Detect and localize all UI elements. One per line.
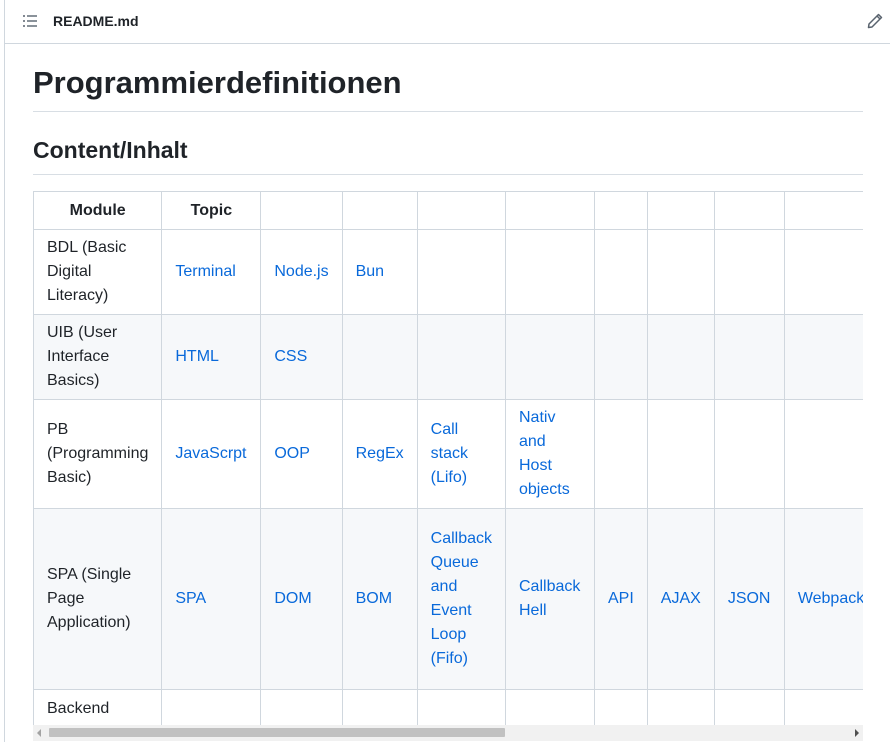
topic-cell: [713, 314, 785, 400]
page-title: Programmierdefinitionen: [33, 65, 402, 100]
header-empty: [341, 191, 418, 230]
topic-cell: [713, 229, 785, 315]
topic-cell: [594, 399, 648, 509]
module-cell: PB (Programming Basic): [33, 399, 163, 509]
topic-link[interactable]: RegEx: [356, 445, 404, 462]
topic-link[interactable]: SPA: [175, 590, 206, 607]
scroll-right-arrow-icon[interactable]: [855, 729, 859, 737]
topic-cell: [260, 689, 343, 726]
horizontal-scrollbar[interactable]: [33, 725, 863, 741]
header-empty: [594, 191, 648, 230]
table-header-row: Module Topic: [33, 191, 863, 230]
pencil-icon[interactable]: [866, 12, 884, 30]
topic-link[interactable]: Webpack: [798, 590, 863, 607]
topic-cell: [416, 229, 507, 315]
topic-link[interactable]: DOM: [274, 590, 311, 607]
topic-cell: [594, 314, 648, 400]
header-empty: [505, 191, 595, 230]
header-empty: [260, 191, 343, 230]
topic-cell: Webpack: [783, 508, 863, 690]
topic-cell: [783, 399, 863, 509]
topic-link[interactable]: Node.js: [274, 263, 328, 280]
scroll-left-arrow-icon[interactable]: [37, 729, 41, 737]
module-cell: BDL (Basic Digital Literacy): [33, 229, 163, 315]
topic-link[interactable]: JSON: [728, 590, 771, 607]
topic-cell: [783, 229, 863, 315]
module-cell: Backend: [33, 689, 163, 726]
topic-link[interactable]: AJAX: [661, 590, 701, 607]
topic-link[interactable]: JavaScrpt: [175, 445, 246, 462]
topic-cell: DOM: [260, 508, 343, 690]
module-cell: UIB (User Interface Basics): [33, 314, 163, 400]
topic-cell: API: [594, 508, 648, 690]
topic-cell: [594, 229, 648, 315]
header-empty: [713, 191, 785, 230]
header-module: Module: [33, 191, 163, 230]
content-table: Module Topic BDL (Basic Digital Literacy…: [33, 191, 863, 726]
topic-cell: [783, 689, 863, 726]
module-cell: SPA (Single Page Application): [33, 508, 163, 690]
topic-link[interactable]: Terminal: [175, 263, 235, 280]
topic-cell: OOP: [260, 399, 343, 509]
table-row: PB (Programming Basic) JavaScrpt OOP Reg…: [33, 399, 863, 509]
topic-cell: [713, 399, 785, 509]
topic-cell: Callback Queue and Event Loop (Fifo): [416, 508, 507, 690]
topic-cell: [646, 689, 715, 726]
topic-cell: AJAX: [646, 508, 715, 690]
topic-link[interactable]: Callback Hell: [519, 578, 580, 619]
topic-cell: JSON: [713, 508, 785, 690]
topic-cell: [505, 314, 595, 400]
topic-cell: CSS: [260, 314, 343, 400]
topic-cell: [594, 689, 648, 726]
table-row: Backend: [33, 689, 863, 726]
topic-cell: Terminal: [161, 229, 262, 315]
topic-link[interactable]: Call stack (Lifo): [431, 421, 468, 486]
file-header: README.md: [5, 0, 890, 44]
topic-cell: Callback Hell: [505, 508, 595, 690]
topic-link[interactable]: OOP: [274, 445, 310, 462]
topic-cell: SPA: [161, 508, 262, 690]
topic-cell: Node.js: [260, 229, 343, 315]
header-topic: Topic: [161, 191, 262, 230]
table-row: BDL (Basic Digital Literacy) Terminal No…: [33, 229, 863, 315]
topic-link[interactable]: HTML: [175, 348, 219, 365]
topic-cell: HTML: [161, 314, 262, 400]
topic-cell: [646, 314, 715, 400]
topic-cell: [161, 689, 262, 726]
table-row: SPA (Single Page Application) SPA DOM BO…: [33, 508, 863, 690]
header-empty: [416, 191, 507, 230]
table-row: UIB (User Interface Basics) HTML CSS: [33, 314, 863, 400]
topic-cell: [646, 229, 715, 315]
header-empty: [783, 191, 863, 230]
header-empty: [646, 191, 715, 230]
topic-link[interactable]: API: [608, 590, 634, 607]
list-unordered-icon[interactable]: [22, 14, 38, 28]
topic-cell: Bun: [341, 229, 418, 315]
topic-cell: [416, 689, 507, 726]
topic-cell: [505, 229, 595, 315]
table-scroll-container[interactable]: Module Topic BDL (Basic Digital Literacy…: [33, 191, 863, 726]
scrollbar-thumb[interactable]: [49, 728, 505, 737]
topic-cell: [416, 314, 507, 400]
topic-link[interactable]: CSS: [274, 348, 307, 365]
topic-cell: Nativ and Host objects: [505, 399, 595, 509]
topic-link[interactable]: Nativ and Host objects: [519, 409, 570, 498]
topic-cell: Call stack (Lifo): [416, 399, 507, 509]
heading-divider: [33, 111, 863, 112]
topic-cell: [341, 689, 418, 726]
topic-link[interactable]: Callback Queue and Event Loop (Fifo): [431, 530, 492, 667]
topic-cell: JavaScrpt: [161, 399, 262, 509]
topic-cell: [505, 689, 595, 726]
topic-cell: [646, 399, 715, 509]
topic-cell: [341, 314, 418, 400]
topic-link[interactable]: BOM: [356, 590, 392, 607]
heading-divider: [33, 174, 863, 175]
topic-cell: [783, 314, 863, 400]
topic-cell: [713, 689, 785, 726]
topic-cell: RegEx: [341, 399, 418, 509]
topic-cell: BOM: [341, 508, 418, 690]
topic-link[interactable]: Bun: [356, 263, 384, 280]
section-heading: Content/Inhalt: [33, 137, 188, 163]
file-name: README.md: [53, 13, 139, 29]
